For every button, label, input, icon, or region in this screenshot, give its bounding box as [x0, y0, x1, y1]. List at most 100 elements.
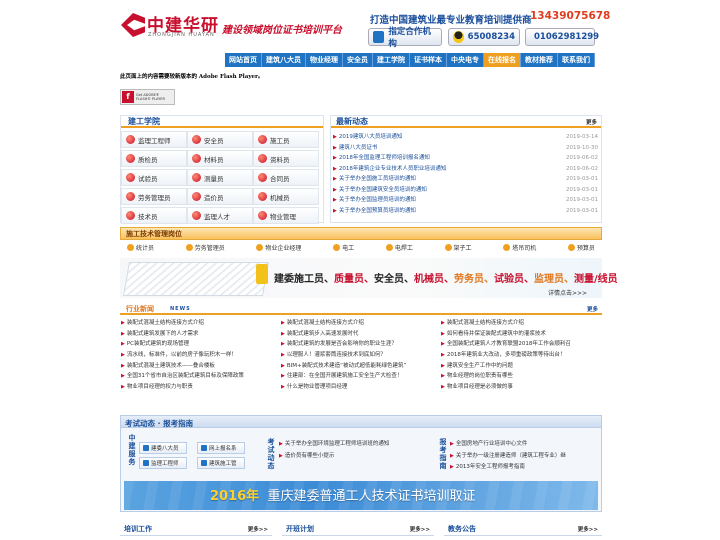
industry-news-item[interactable]: ▶ BIM+装配式技术建造“被动式超低能耗绿色建筑” — [281, 361, 441, 372]
news-row[interactable]: ▶ 关于举办全国施工员培训的通知 2019-03-01 — [333, 174, 598, 185]
exam-link[interactable]: ▶ 2013年安全工程师报考指南 — [450, 462, 566, 474]
news-title-text[interactable]: ▶ 2018年建筑企业专业技术人员职业培训通知 — [333, 164, 446, 175]
tech-item[interactable]: 统计员 — [127, 243, 154, 252]
news-row[interactable]: ▶ 2019建筑八大员培训通知 2019-03-14 — [333, 132, 598, 143]
industry-news-item[interactable]: ▶ 全国装配式建筑人才教育联盟2018年工作会顺利召 — [441, 339, 601, 350]
industry-news-item[interactable]: ▶ 物业经理的岗位职责有哪些 — [441, 371, 601, 382]
nav-item[interactable]: 联系我们 — [558, 53, 595, 67]
nav-item[interactable]: 中央电专 — [447, 53, 484, 67]
qq-button[interactable]: 65008234 — [448, 28, 520, 46]
xueyuan-item[interactable]: 监理人才 — [187, 207, 253, 224]
industry-news-item[interactable]: ▶ 什么是物业管理项目经理 — [281, 382, 441, 393]
industry-news-item[interactable]: ▶ 装配式混凝土建筑技术——叠合楼板 — [121, 361, 281, 372]
news-title: 最新动态 — [336, 117, 368, 126]
industry-more-link[interactable]: 更多 — [587, 305, 598, 313]
xueyuan-item[interactable]: 试验员 — [121, 169, 187, 186]
industry-news-item[interactable]: ▶ 物业项目经理是必须做的事 — [441, 382, 601, 393]
industry-news-item[interactable]: ▶ 装配式建筑发展下的人才需求 — [121, 329, 281, 340]
tech-item[interactable]: 物业企业经理 — [256, 243, 301, 252]
industry-news-item[interactable]: ▶ 物业项目经理的权力与职责 — [121, 382, 281, 393]
bullet-icon: ▶ — [441, 373, 445, 380]
industry-news-item[interactable]: ▶ 全国31个省市自治区装配式建筑目标及保障政策 — [121, 371, 281, 382]
exam-button-2[interactable]: 网上报名系 — [197, 442, 245, 454]
bottom-schedule-more[interactable]: 更多>> — [410, 525, 430, 533]
bottom-notice-more[interactable]: 更多>> — [578, 525, 598, 533]
document-icon — [373, 31, 385, 43]
xueyuan-item[interactable]: 劳务管理员 — [121, 188, 187, 205]
tech-banner-word: 测量/线员 — [574, 274, 618, 285]
industry-news-item[interactable]: ▶ 以理服人！灌浆套筒连接技术到底如何？ — [281, 350, 441, 361]
news-more-link[interactable]: 更多 — [586, 118, 597, 126]
xueyuan-item[interactable]: 测量员 — [187, 169, 253, 186]
news-row[interactable]: ▶ 关于举办全国监理员培训的通知 2019-03-01 — [333, 195, 598, 206]
nav-item[interactable]: 网站首页 — [225, 53, 262, 67]
news-row[interactable]: ▶ 建筑八大员证书 2019-10-30 — [333, 143, 598, 154]
course-icon — [258, 173, 267, 182]
nav-item[interactable]: 安全员 — [343, 53, 373, 67]
xueyuan-item[interactable]: 监理工程师 — [121, 131, 187, 148]
tech-item[interactable]: 架子工 — [444, 243, 472, 252]
industry-news-item[interactable]: ▶ 装配式混凝土结构连接方式介绍 — [441, 318, 601, 329]
news-title-text[interactable]: ▶ 关于举办全国施工员培训的通知 — [333, 174, 416, 185]
bottom-training-more[interactable]: 更多>> — [248, 525, 268, 533]
xueyuan-item[interactable]: 质检员 — [121, 150, 187, 167]
exam-button-1[interactable]: 建委八大员 — [139, 442, 187, 454]
industry-news-item[interactable]: ▶ 如何看待并保证装配式建筑中的灌浆技术 — [441, 329, 601, 340]
news-row[interactable]: ▶ 2018年全国监理工程师培训报名通知 2019-06-02 — [333, 153, 598, 164]
exam-link[interactable]: ▶ 关于举办全国环境监理工程师培训班的通知 — [279, 439, 389, 451]
news-row[interactable]: ▶ 关于举办全国预算员培训的通知 2019-03-01 — [333, 206, 598, 217]
xueyuan-item[interactable]: 造价员 — [187, 188, 253, 205]
partner-button[interactable]: 指定合作机构 — [368, 27, 442, 49]
bullet-icon: ▶ — [450, 441, 454, 447]
industry-news-item[interactable]: ▶ 装配式建筑的发展是否会影响你的职业生涯？ — [281, 339, 441, 350]
industry-news-item[interactable]: ▶ PC装配式建筑的现场管理 — [121, 339, 281, 350]
news-date: 2019-06-02 — [566, 165, 598, 172]
exam-button-3[interactable]: 监理工程师 — [139, 457, 187, 469]
tech-item-label: 劳务管理员 — [194, 245, 225, 252]
industry-news-item[interactable]: ▶ 装配式混凝土结构连接方式介绍 — [121, 318, 281, 329]
xueyuan-item[interactable]: 合同员 — [253, 169, 319, 186]
news-title-text[interactable]: ▶ 2018年全国监理工程师培训报名通知 — [333, 153, 430, 164]
nav-item[interactable]: 建工学院 — [373, 53, 410, 67]
xueyuan-item[interactable]: 安全员 — [187, 131, 253, 148]
xueyuan-item[interactable]: 技术员 — [121, 207, 187, 224]
nav-item[interactable]: 在线报名 — [484, 53, 521, 67]
nav-item[interactable]: 物业经理 — [306, 53, 343, 67]
news-title-text[interactable]: ▶ 关于举办全国建筑安全员培训的通知 — [333, 185, 427, 196]
industry-news-item[interactable]: ▶ 2018年建筑业大改动，多项重磅政策等待出台！ — [441, 350, 601, 361]
bullet-icon — [185, 244, 193, 251]
tech-item[interactable]: 劳务管理员 — [185, 243, 225, 252]
tech-banner-more[interactable]: 详情点击>>> — [548, 288, 587, 297]
news-title-text[interactable]: ▶ 2019建筑八大员培训通知 — [333, 132, 402, 143]
tech-item[interactable]: 电焊工 — [385, 243, 413, 252]
industry-news-item[interactable]: ▶ 流水线，标准件，以前的房子像玩积木一样！ — [121, 350, 281, 361]
xueyuan-item[interactable]: 施工员 — [253, 131, 319, 148]
get-flash-player-button[interactable]: f Get ADOBE® FLASH® PLAYER — [120, 89, 175, 105]
news-title-text[interactable]: ▶ 关于举办全国监理员培训的通知 — [333, 195, 416, 206]
xueyuan-item[interactable]: 机械员 — [253, 188, 319, 205]
exam-link[interactable]: ▶ 全国房地产行业培训中心文件 — [450, 439, 566, 451]
nav-item[interactable]: 建筑八大员 — [262, 53, 306, 67]
news-row[interactable]: ▶ 2018年建筑企业专业技术人员职业培训通知 2019-06-02 — [333, 164, 598, 175]
tech-item[interactable]: 预算员 — [567, 243, 595, 252]
news-title-text[interactable]: ▶ 关于举办全国预算员培训的通知 — [333, 206, 416, 217]
exam-link[interactable]: ▶ 关于举办一级注册建造师（建筑工程专业）继 — [450, 451, 566, 463]
xueyuan-item[interactable]: 物业管理 — [253, 207, 319, 224]
xueyuan-item[interactable]: 材料员 — [187, 150, 253, 167]
exam-link[interactable]: ▶ 造价员有哪些小提示 — [279, 451, 389, 463]
exam-button-4[interactable]: 建筑施工管 — [197, 457, 245, 469]
news-row[interactable]: ▶ 关于举办全国建筑安全员培训的通知 2019-03-01 — [333, 185, 598, 196]
tech-item[interactable]: 电工 — [333, 243, 354, 252]
news-title-text[interactable]: ▶ 建筑八大员证书 — [333, 143, 377, 154]
bullet-icon — [333, 244, 341, 251]
main-nav: 网站首页 建筑八大员 物业经理 安全员 建工学院 证书样本 中央电专 在线报名 教材推荐 联系我们 — [225, 53, 600, 67]
nav-item[interactable]: 证书样本 — [410, 53, 447, 67]
nav-item[interactable]: 教材推荐 — [521, 53, 558, 67]
industry-news-item[interactable]: ▶ 住建部：在全国开展建筑施工安全生产大检查！ — [281, 371, 441, 382]
industry-news-item[interactable]: ▶ 装配式建筑步入高速发展时代 — [281, 329, 441, 340]
industry-news-item[interactable]: ▶ 装配式混凝土结构连接方式介绍 — [281, 318, 441, 329]
tech-item[interactable]: 塔吊司机 — [503, 243, 536, 252]
industry-news-item[interactable]: ▶ 建筑安全生产工作中的问题 — [441, 361, 601, 372]
xueyuan-item[interactable]: 资料员 — [253, 150, 319, 167]
phone-button[interactable]: 01062981299 — [525, 28, 599, 46]
